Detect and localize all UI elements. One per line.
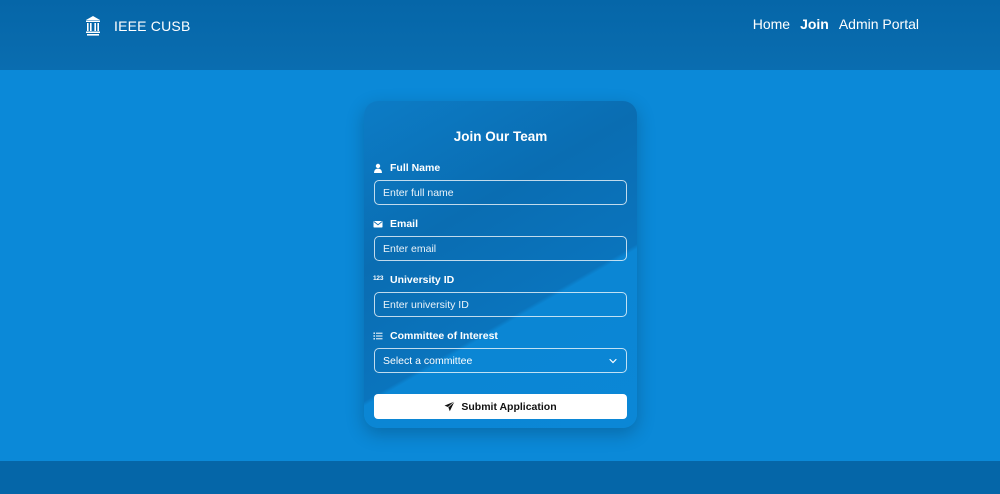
email-input[interactable] [374,236,627,261]
envelope-icon [373,219,383,229]
join-form-card: Join Our Team Full Name Email 123 Univer… [364,101,637,428]
top-navbar: IEEE CUSB Home Join Admin Portal [0,0,1000,70]
chevron-down-icon [609,358,617,363]
nav-link-join[interactable]: Join [800,16,829,32]
university-id-label: 123 University ID [373,274,454,286]
committee-select[interactable]: Select a committee [374,348,627,373]
full-name-label-text: Full Name [390,162,441,174]
submit-application-button[interactable]: Submit Application [374,394,627,419]
full-name-label: Full Name [373,162,440,174]
nav-link-admin-portal[interactable]: Admin Portal [839,16,919,32]
committee-label-text: Committee of Interest [390,330,498,342]
university-id-label-text: University ID [390,274,455,286]
list-icon [373,331,383,341]
institution-building-icon [86,16,100,36]
nav-links: Home Join Admin Portal [753,16,919,32]
full-name-input[interactable] [374,180,627,205]
submit-button-label: Submit Application [461,400,557,413]
page-footer [0,461,1000,494]
committee-selected-value: Select a committee [383,354,473,367]
numeric-123-icon: 123 [373,275,384,282]
brand-link[interactable]: IEEE CUSB [84,14,191,38]
committee-label: Committee of Interest [373,330,498,342]
email-label-text: Email [390,218,419,230]
person-icon [373,163,383,173]
brand-name: IEEE CUSB [114,18,191,34]
nav-link-home[interactable]: Home [753,16,790,32]
form-title: Join Our Team [453,129,548,144]
email-label: Email [373,218,418,230]
university-id-input[interactable] [374,292,627,317]
send-arrow-icon [444,401,456,412]
